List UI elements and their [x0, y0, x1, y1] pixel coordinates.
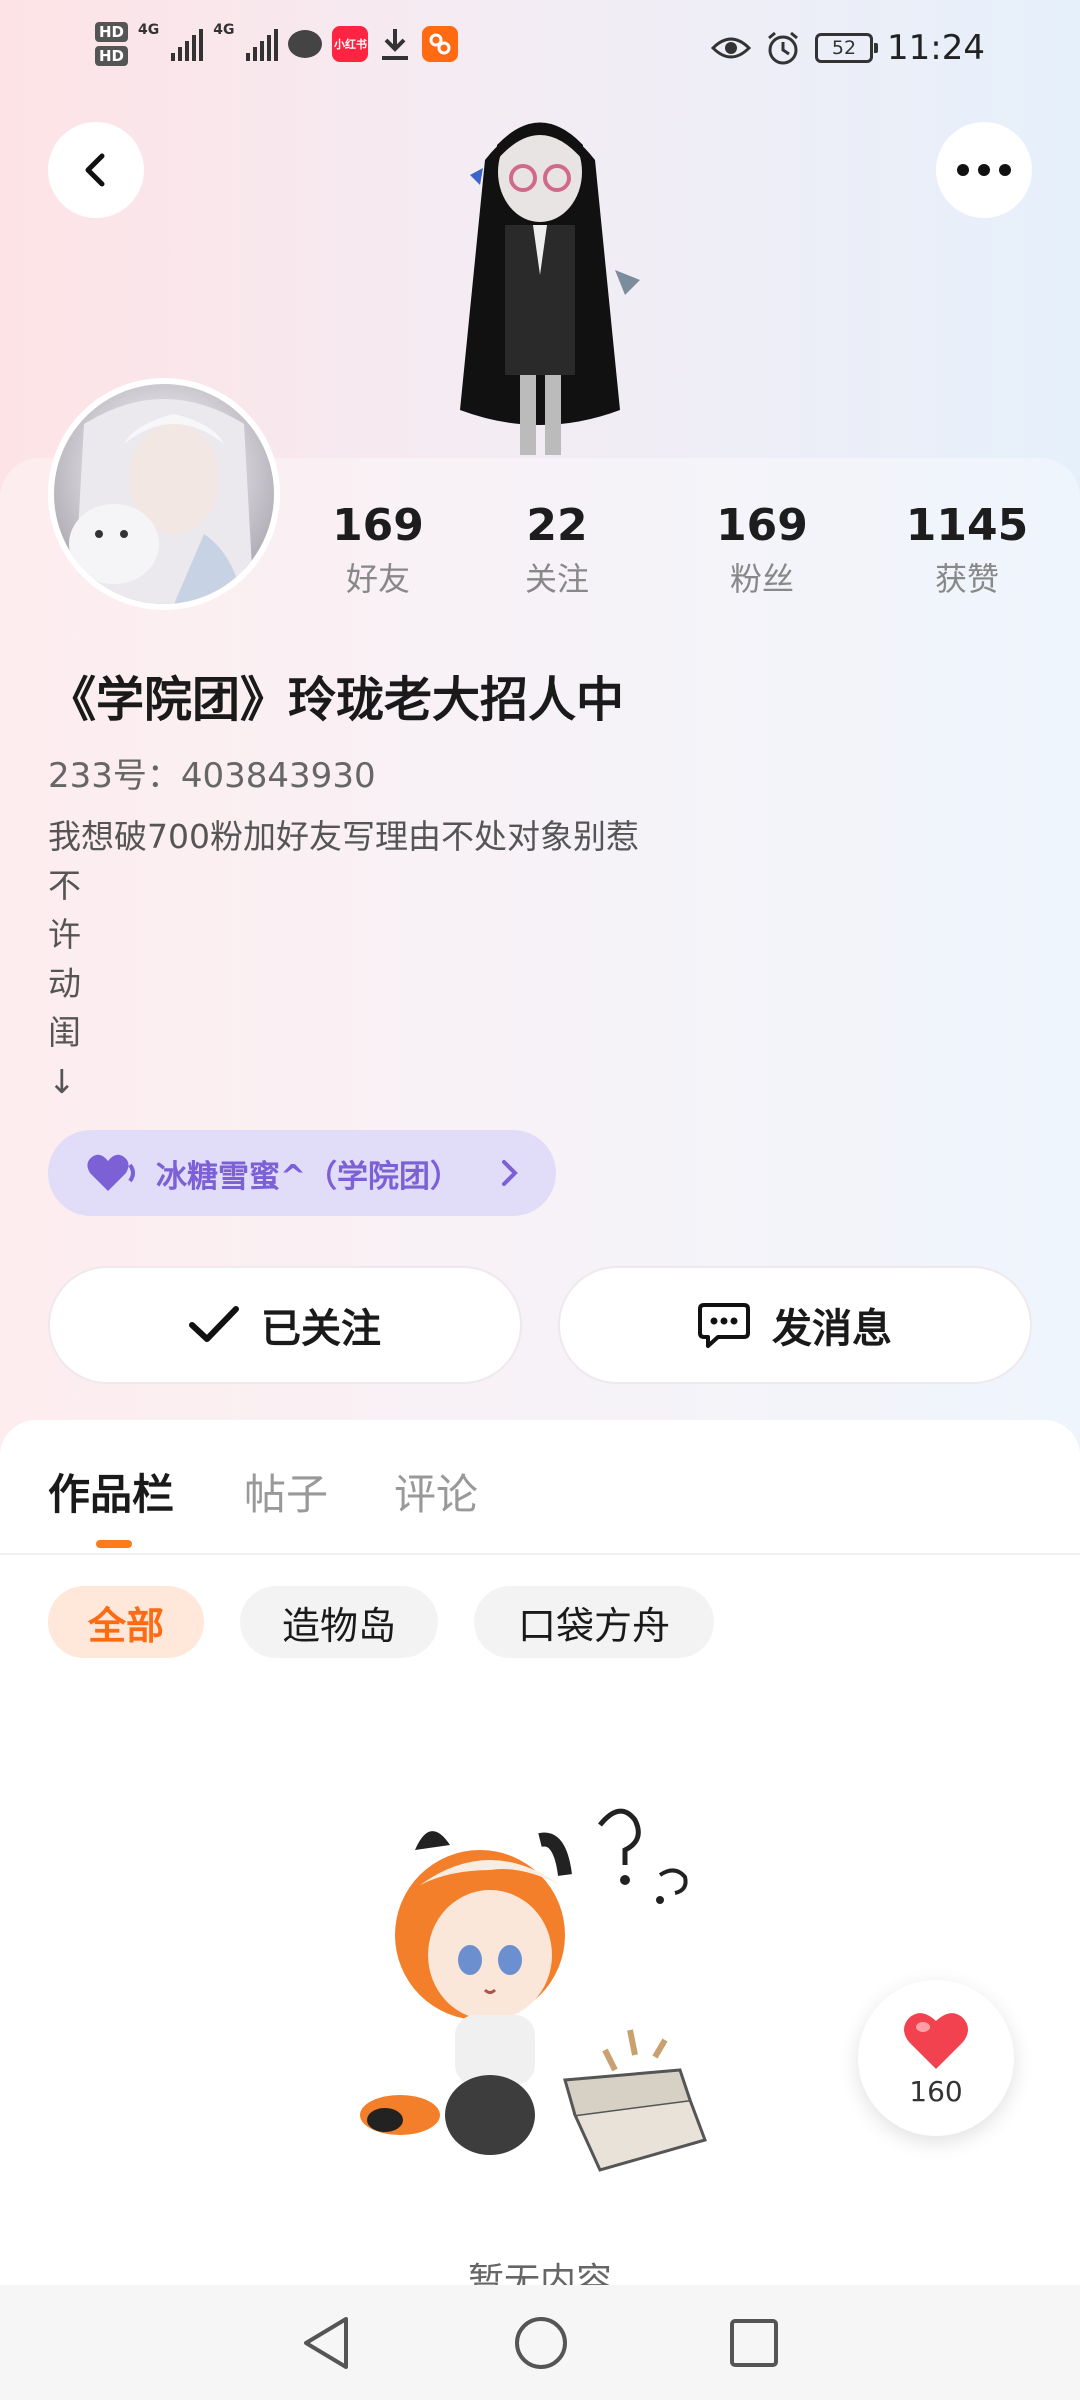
more-dots-icon: [957, 164, 1011, 176]
like-count: 160: [909, 2074, 963, 2108]
clock: 11:24: [887, 28, 985, 68]
bio-line: ↓: [48, 1062, 76, 1101]
empty-state-illustration: [360, 1808, 707, 2172]
status-bar: HD HD 4G 4G 小红书 52 11:24: [0, 0, 1080, 100]
heart-icon: [904, 2012, 968, 2069]
system-navigation-bar: [0, 2285, 1080, 2400]
alarm-icon: [768, 31, 798, 65]
chevron-right-icon: [502, 1160, 518, 1186]
following-button[interactable]: 已关注: [48, 1266, 522, 1384]
hd-badge: HD: [95, 46, 129, 66]
stat-label: 好友: [345, 560, 410, 598]
send-message-button[interactable]: 发消息: [558, 1266, 1032, 1384]
bio-line: 我想破700粉加好友写理由不处对象别惹: [48, 817, 639, 856]
signal-icon: [246, 27, 279, 61]
stat-label: 获赞: [934, 560, 999, 598]
download-icon: [382, 29, 409, 60]
tab-indicator: [96, 1540, 132, 1548]
network-type: 4G: [138, 22, 160, 38]
bio-line: 动: [48, 964, 81, 1003]
group-badge-button[interactable]: 冰糖雪蜜^（学院团）: [48, 1130, 556, 1216]
bio-line: 闺: [48, 1013, 81, 1052]
heart-icon: [87, 1154, 135, 1191]
nav-recents-icon[interactable]: [728, 2317, 780, 2369]
group-name: 冰糖雪蜜^（学院团）: [156, 1158, 461, 1195]
stat-label: 粉丝: [729, 560, 794, 598]
stat-label: 关注: [524, 560, 589, 598]
nav-back-icon[interactable]: [300, 2315, 354, 2371]
hd-badge: HD: [95, 22, 129, 42]
network-type: 4G: [213, 22, 235, 38]
stat-following[interactable]: 22 关注: [457, 498, 657, 604]
bio-line: 许: [48, 915, 81, 954]
more-options-button[interactable]: [936, 122, 1032, 218]
eye-icon: [711, 37, 752, 59]
filter-chip-all[interactable]: 全部: [48, 1586, 204, 1658]
profile-bio: 我想破700粉加好友写理由不处对象别惹 不 许 动 闺 ↓: [48, 812, 639, 1106]
tab-posts[interactable]: 帖子: [244, 1455, 328, 1535]
stat-likes[interactable]: 1145 获赞: [867, 498, 1067, 604]
following-label: 已关注: [261, 1306, 381, 1352]
bio-line: 不: [48, 866, 81, 905]
filter-chip-pocket-ark[interactable]: 口袋方舟: [474, 1586, 714, 1658]
divider: [0, 1553, 1080, 1555]
signal-icon: [171, 27, 204, 61]
stat-fans[interactable]: 169 粉丝: [662, 498, 862, 604]
profile-username: 《学院团》玲珑老大招人中: [48, 672, 625, 728]
check-icon: [189, 1306, 239, 1342]
send-message-label: 发消息: [772, 1306, 892, 1352]
battery-icon: 52: [815, 33, 879, 63]
profile-stats: 169 好友 22 关注 169 粉丝 1145 获赞: [0, 498, 1080, 618]
character-avatar-figure: [460, 122, 640, 455]
stat-value: 169: [332, 500, 424, 551]
stat-value: 169: [716, 500, 808, 551]
tab-works[interactable]: 作品栏: [48, 1455, 174, 1535]
content-tabs: 作品栏 帖子 评论: [0, 1455, 1080, 1555]
nav-home-icon[interactable]: [513, 2315, 569, 2371]
stat-friends[interactable]: 169 好友: [278, 498, 478, 604]
xiaohongshu-app-icon: 小红书: [332, 26, 369, 62]
stat-value: 1145: [905, 500, 1029, 551]
stat-value: 22: [526, 500, 588, 551]
back-button[interactable]: [48, 122, 144, 218]
filter-chip-creation-island[interactable]: 造物岛: [240, 1586, 438, 1658]
message-notification-icon: [288, 30, 323, 58]
tab-comments[interactable]: 评论: [394, 1455, 478, 1535]
chevron-left-icon: [85, 153, 105, 187]
chat-bubble-icon: [698, 1303, 750, 1348]
like-floating-button[interactable]: 160: [858, 1980, 1014, 2136]
app-notification-icon: [422, 26, 459, 62]
profile-uid: 233号：403843930: [48, 756, 376, 796]
